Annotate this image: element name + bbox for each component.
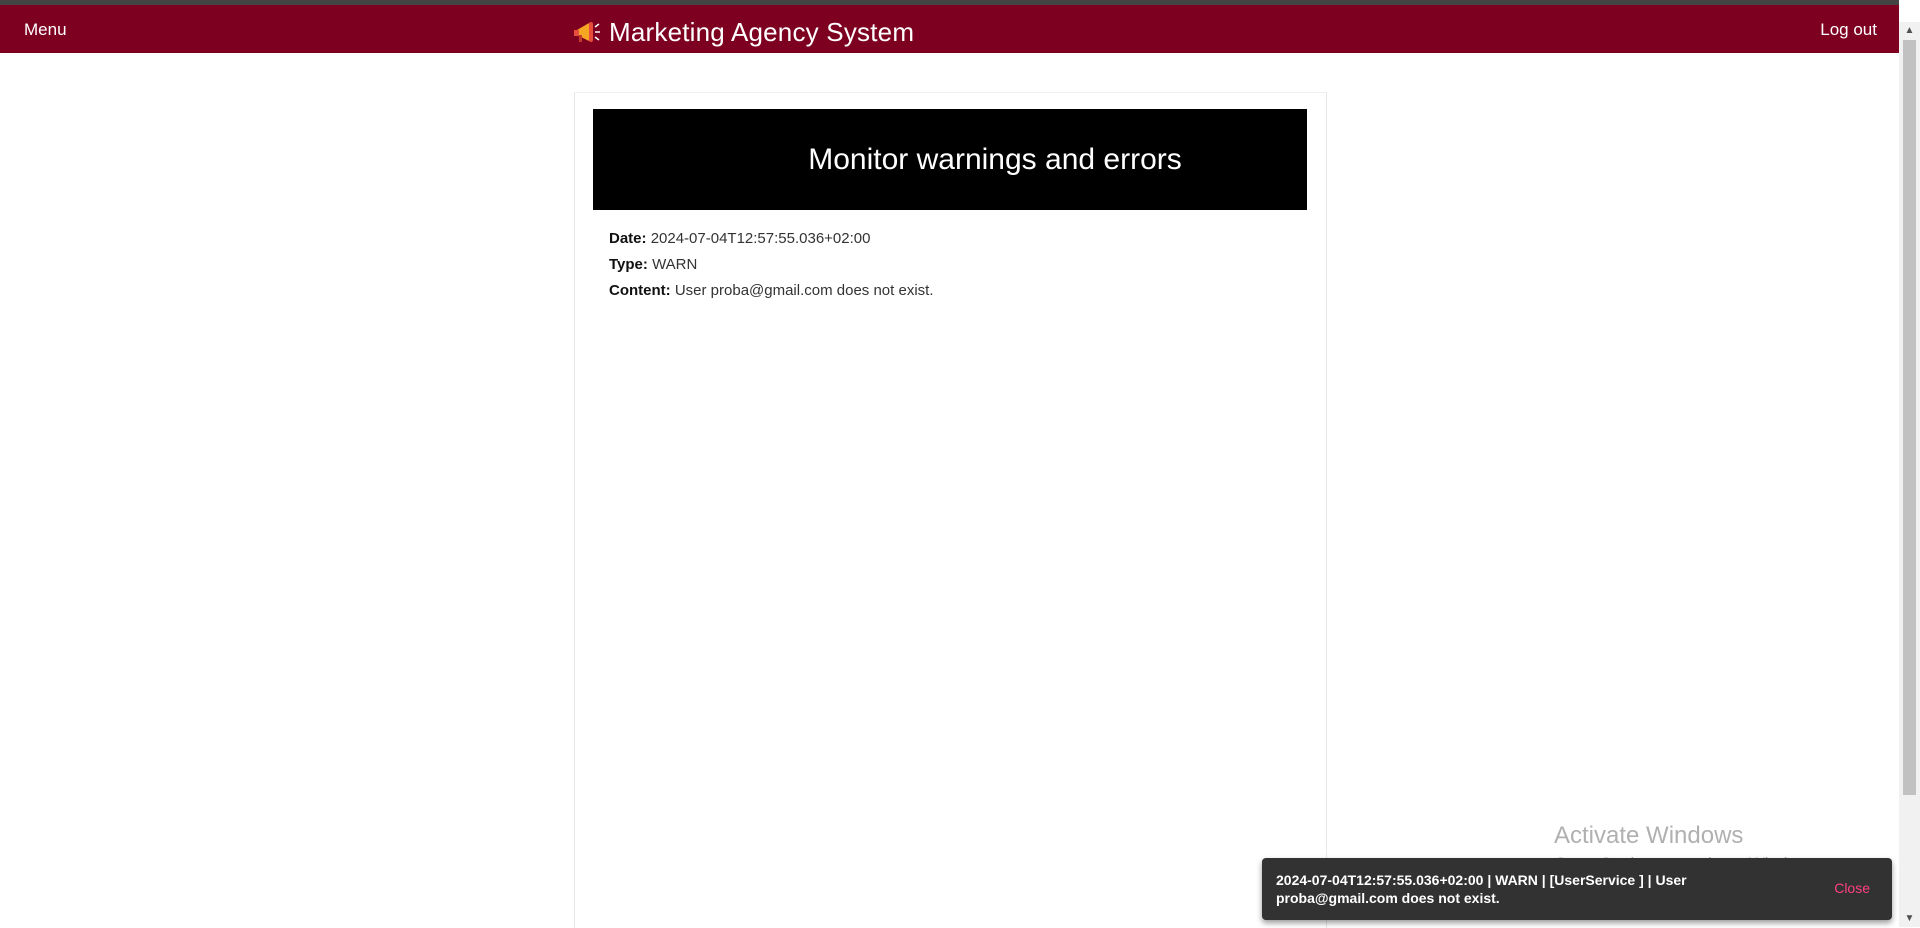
log-detail-card: Monitor warnings and errors Date: 2024-0…	[574, 92, 1327, 928]
page-title: Monitor warnings and errors	[808, 142, 1182, 176]
type-label: Type:	[609, 256, 648, 273]
toast-close-button[interactable]: Close	[1834, 880, 1870, 896]
logout-button[interactable]: Log out	[1820, 20, 1877, 40]
date-label: Date:	[609, 230, 647, 247]
vertical-scrollbar[interactable]: ▲ ▼	[1899, 22, 1920, 927]
brand: Marketing Agency System	[571, 17, 914, 48]
card-header: Monitor warnings and errors	[593, 109, 1307, 210]
app-title: Marketing Agency System	[609, 17, 915, 47]
date-value: 2024-07-04T12:57:55.036+02:00	[650, 230, 871, 247]
menu-button[interactable]: Menu	[24, 20, 67, 40]
scroll-down-arrow-icon[interactable]: ▼	[1899, 910, 1920, 927]
date-row: Date: 2024-07-04T12:57:55.036+02:00	[609, 230, 870, 247]
content-value: User proba@gmail.com does not exist.	[674, 282, 934, 299]
watermark-title: Activate Windows	[1554, 822, 1744, 849]
content-row: Content: User proba@gmail.com does not e…	[609, 282, 934, 299]
toast-message-line1: 2024-07-04T12:57:55.036+02:00 | WARN | […	[1276, 872, 1687, 888]
megaphone-icon	[571, 19, 601, 47]
top-navbar: Menu Marketing Agency System Log out	[0, 5, 1899, 53]
toast-message-line2: proba@gmail.com does not exist.	[1276, 890, 1500, 906]
notification-toast: 2024-07-04T12:57:55.036+02:00 | WARN | […	[1262, 858, 1892, 920]
scroll-up-arrow-icon[interactable]: ▲	[1899, 22, 1920, 39]
type-value: WARN	[652, 256, 698, 273]
type-row: Type: WARN	[609, 256, 697, 273]
content-label: Content:	[609, 282, 671, 299]
scroll-thumb[interactable]	[1903, 40, 1916, 795]
toast-message: 2024-07-04T12:57:55.036+02:00 | WARN | […	[1276, 871, 1746, 907]
